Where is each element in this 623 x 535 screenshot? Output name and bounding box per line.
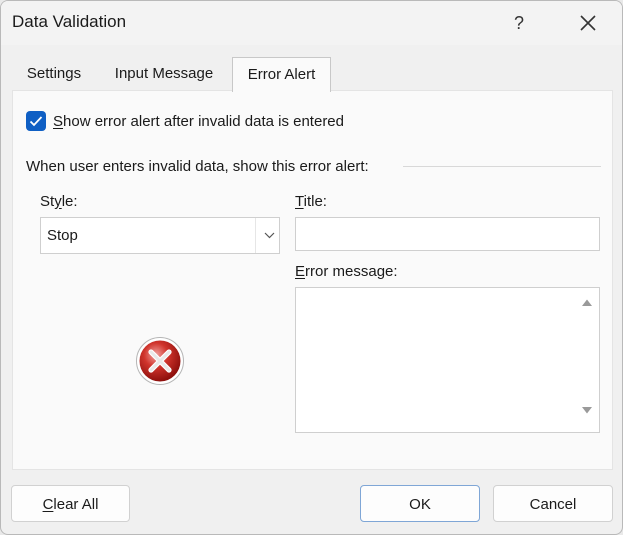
title-bar: Data Validation ? xyxy=(1,1,622,45)
tab-input-message[interactable]: Input Message xyxy=(98,57,230,90)
error-alert-group-label: When user enters invalid data, show this… xyxy=(26,158,369,175)
dropdown-arrow-button[interactable] xyxy=(259,218,279,253)
stop-error-icon xyxy=(136,337,184,385)
error-message-label: Error message: xyxy=(295,263,398,280)
error-alert-panel: Show error alert after invalid data is e… xyxy=(12,90,613,470)
scroll-down-arrow-icon[interactable] xyxy=(581,406,593,415)
chevron-down-icon xyxy=(264,232,274,239)
error-message-scrollbar[interactable] xyxy=(576,289,598,431)
style-label: Style: xyxy=(40,193,78,210)
tab-error-alert[interactable]: Error Alert xyxy=(232,57,331,92)
title-input[interactable] xyxy=(295,217,600,251)
window-title: Data Validation xyxy=(12,12,127,31)
checkmark-icon xyxy=(29,116,43,127)
help-button[interactable]: ? xyxy=(504,8,534,38)
error-message-textarea[interactable] xyxy=(295,287,600,433)
close-button[interactable] xyxy=(571,8,605,38)
group-divider xyxy=(403,166,601,167)
ok-button[interactable]: OK xyxy=(360,485,480,522)
scroll-up-arrow-icon[interactable] xyxy=(581,298,593,307)
show-error-alert-checkbox[interactable] xyxy=(26,111,46,131)
title-label: Title: xyxy=(295,193,327,210)
close-icon xyxy=(580,15,596,31)
style-selected-value: Stop xyxy=(47,227,78,244)
tab-settings[interactable]: Settings xyxy=(12,57,96,90)
style-dropdown[interactable]: Stop xyxy=(40,217,280,254)
cancel-button[interactable]: Cancel xyxy=(493,485,613,522)
data-validation-dialog: Data Validation ? Settings Input Message… xyxy=(0,0,623,535)
show-error-alert-label: Show error alert after invalid data is e… xyxy=(53,113,344,130)
dropdown-divider xyxy=(255,218,256,253)
clear-all-button[interactable]: Clear All xyxy=(11,485,130,522)
